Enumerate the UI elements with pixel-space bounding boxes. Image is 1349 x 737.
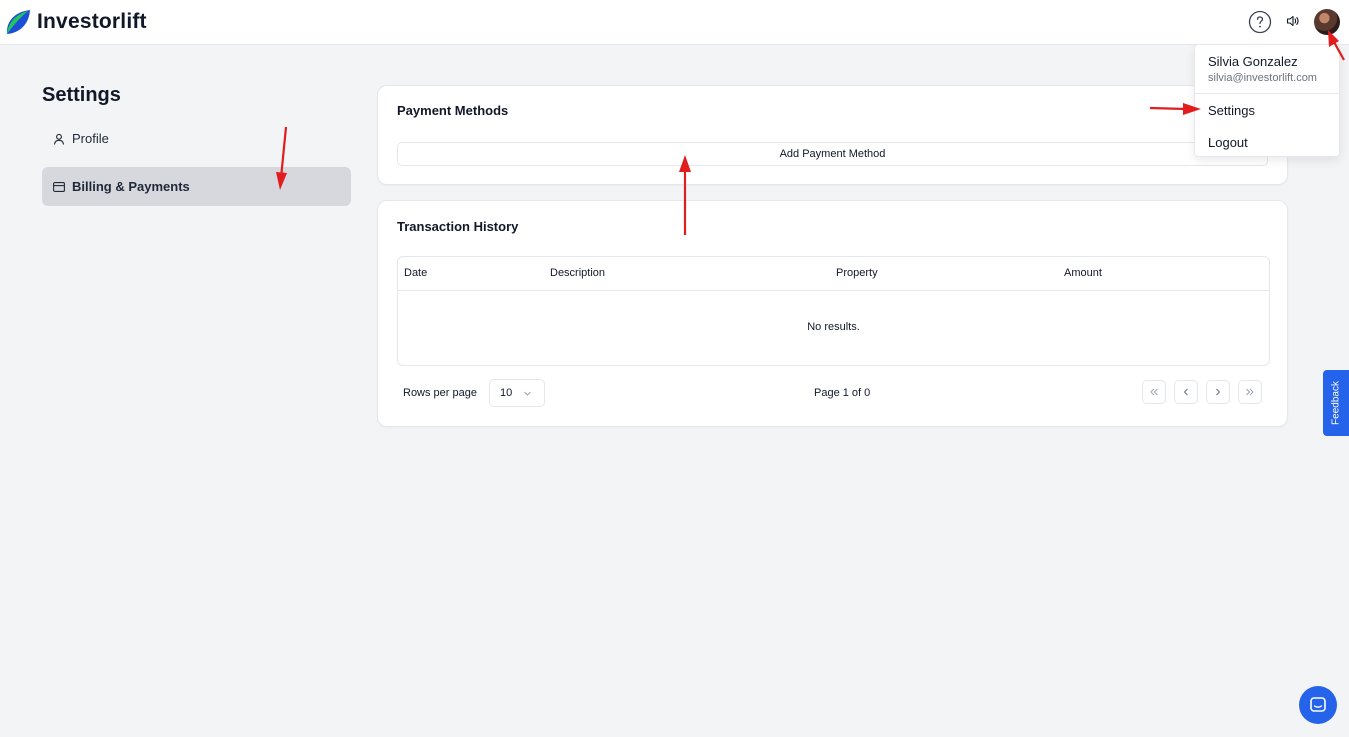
sidebar-item-profile[interactable]: Profile bbox=[42, 119, 351, 158]
chat-launcher-button[interactable] bbox=[1299, 686, 1337, 724]
add-payment-method-button[interactable]: Add Payment Method bbox=[397, 142, 1268, 166]
empty-state-text: No results. bbox=[807, 321, 860, 333]
transaction-history-title: Transaction History bbox=[397, 219, 519, 234]
transaction-history-card: Transaction History Date Description Pro… bbox=[377, 200, 1288, 427]
speaker-icon[interactable] bbox=[1286, 14, 1300, 28]
user-icon bbox=[53, 133, 65, 145]
user-avatar[interactable] bbox=[1314, 9, 1340, 35]
payment-methods-card: Payment Methods Add Payment Method bbox=[377, 85, 1288, 185]
table-header: Date Description Property Amount bbox=[398, 257, 1269, 291]
first-page-button[interactable] bbox=[1142, 380, 1166, 404]
chevron-down-icon bbox=[524, 391, 531, 396]
column-header-description[interactable]: Description bbox=[550, 267, 605, 279]
top-bar: Investorlift bbox=[0, 0, 1349, 45]
column-header-property[interactable]: Property bbox=[836, 267, 878, 279]
first-page-icon bbox=[1150, 388, 1158, 396]
menu-item-settings[interactable]: Settings bbox=[1208, 103, 1255, 118]
sidebar-item-label: Billing & Payments bbox=[72, 179, 190, 194]
chat-icon bbox=[1310, 697, 1326, 712]
prev-page-icon bbox=[1183, 388, 1188, 396]
leaf-logo-icon bbox=[6, 10, 30, 34]
rows-per-page-label: Rows per page bbox=[403, 387, 477, 399]
column-header-amount[interactable]: Amount bbox=[1064, 267, 1102, 279]
sidebar-item-label: Profile bbox=[72, 131, 109, 146]
next-page-button[interactable] bbox=[1206, 380, 1230, 404]
last-page-icon bbox=[1246, 388, 1254, 396]
feedback-label: Feedback bbox=[1330, 381, 1342, 425]
credit-card-icon bbox=[53, 181, 65, 192]
question-circle-icon[interactable] bbox=[1248, 10, 1272, 34]
payment-methods-title: Payment Methods bbox=[397, 103, 509, 118]
sidebar-item-billing[interactable]: Billing & Payments bbox=[42, 167, 351, 206]
brand-logo[interactable]: Investorlift bbox=[4, 8, 147, 36]
next-page-icon bbox=[1216, 388, 1221, 396]
user-name: Silvia Gonzalez bbox=[1208, 54, 1298, 69]
prev-page-button[interactable] bbox=[1174, 380, 1198, 404]
user-menu-dropdown: Silvia Gonzalez silvia@investorlift.com … bbox=[1194, 44, 1340, 157]
menu-divider bbox=[1195, 93, 1339, 94]
last-page-button[interactable] bbox=[1238, 380, 1262, 404]
menu-item-logout[interactable]: Logout bbox=[1208, 135, 1248, 150]
page-indicator: Page 1 of 0 bbox=[814, 387, 871, 399]
rows-per-page-value: 10 bbox=[500, 387, 513, 399]
column-header-date[interactable]: Date bbox=[404, 267, 427, 279]
transactions-table: Date Description Property Amount No resu… bbox=[397, 256, 1270, 366]
settings-title: Settings bbox=[42, 84, 121, 106]
brand-name: Investorlift bbox=[37, 10, 147, 33]
user-email: silvia@investorlift.com bbox=[1208, 72, 1317, 84]
feedback-tab[interactable]: Feedback bbox=[1323, 370, 1349, 436]
rows-per-page-select[interactable]: 10 bbox=[489, 379, 545, 407]
